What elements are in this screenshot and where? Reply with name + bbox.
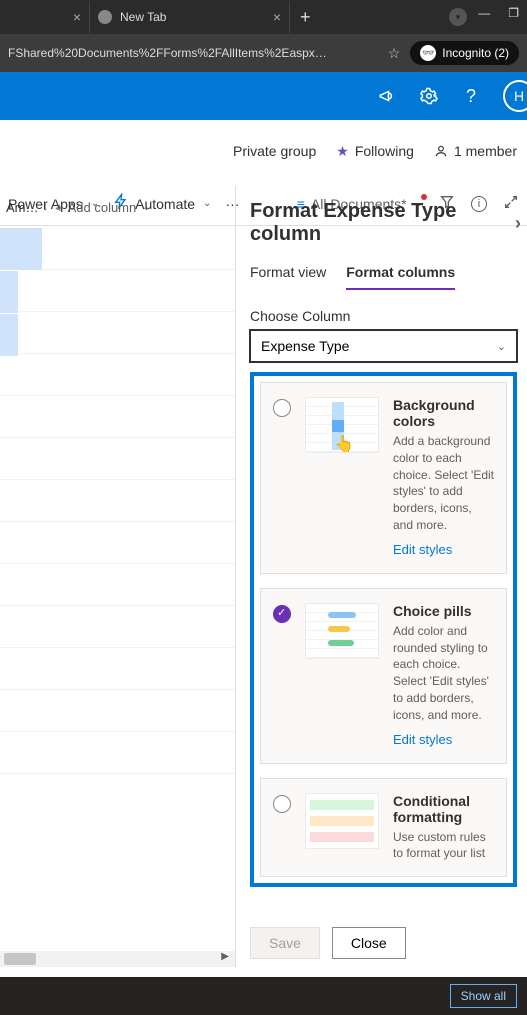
browser-address-bar: FShared%20Documents%2FForms%2FAllItems%2… <box>0 34 527 72</box>
table-row[interactable] <box>0 271 18 314</box>
dropdown-value: Expense Type <box>261 338 349 354</box>
panel-title-row: Format Expense Type column › <box>250 200 517 246</box>
browser-tabstrip: × New Tab × + ▾ — ❐ <box>0 0 527 34</box>
incognito-label: Incognito (2) <box>442 46 509 60</box>
table-row[interactable] <box>0 648 235 690</box>
browser-tab-2[interactable]: New Tab × <box>90 1 290 33</box>
chevron-right-icon[interactable]: › <box>515 213 521 234</box>
card-title: Choice pills <box>393 603 494 619</box>
private-group-label: Private group <box>233 143 316 159</box>
thumbnail-background-colors: 👆 <box>305 397 379 453</box>
members-link[interactable]: 1 member <box>434 143 517 159</box>
card-title: Background colors <box>393 397 494 429</box>
selected-rows <box>0 228 40 357</box>
table-row[interactable] <box>0 690 235 732</box>
column-header[interactable]: Am… ↓ ⌄ <box>0 200 50 215</box>
sort-down-icon: ↓ <box>43 202 48 213</box>
panel-footer: Save Close <box>250 927 406 959</box>
add-column-button[interactable]: + Add column ⌄ <box>50 200 157 215</box>
edit-styles-link[interactable]: Edit styles <box>393 542 452 557</box>
window-controls: — ❐ <box>478 6 519 20</box>
person-icon <box>434 144 448 158</box>
table-row[interactable] <box>0 732 235 774</box>
member-count: 1 member <box>454 143 517 159</box>
minimize-button[interactable]: — <box>478 6 490 20</box>
plus-icon: + <box>56 200 64 215</box>
table-row[interactable] <box>0 228 42 271</box>
thumbnail-conditional <box>305 793 379 849</box>
card-title: Conditional formatting <box>393 793 494 825</box>
format-card-conditional[interactable]: Conditional formatting Use custom rules … <box>260 778 507 878</box>
help-icon[interactable]: ? <box>461 86 481 106</box>
table-row[interactable] <box>0 564 235 606</box>
main-area: Am… ↓ ⌄ + Add column ⌄ <box>0 186 527 967</box>
suite-bar: ? H <box>0 72 527 120</box>
bottom-toolbar: Show all <box>0 977 527 1015</box>
maximize-button[interactable]: ❐ <box>508 6 519 20</box>
format-card-choice-pills[interactable]: Choice pills Add color and rounded styli… <box>260 588 507 764</box>
column-dropdown[interactable]: Expense Type ⌄ <box>250 330 517 362</box>
new-tab-button[interactable]: + <box>290 7 321 28</box>
table-row[interactable] <box>0 354 235 396</box>
star-icon: ★ <box>336 143 349 160</box>
add-column-label: Add column <box>68 200 137 215</box>
table-row[interactable] <box>0 606 235 648</box>
radio-unchecked[interactable] <box>273 795 291 813</box>
avatar-initial: H <box>514 88 524 104</box>
megaphone-icon[interactable] <box>377 86 397 106</box>
table-row[interactable] <box>0 480 235 522</box>
edit-styles-link[interactable]: Edit styles <box>393 732 452 747</box>
chevron-down-icon: ⌄ <box>142 202 150 213</box>
bookmark-star-icon[interactable]: ☆ <box>388 45 401 62</box>
avatar[interactable]: H <box>503 80 527 112</box>
card-description: Use custom rules to format your list <box>393 829 494 863</box>
chevron-down-icon: ⌄ <box>497 340 506 353</box>
incognito-badge[interactable]: 👓 Incognito (2) <box>410 41 519 65</box>
close-button[interactable]: Close <box>332 927 406 959</box>
gear-icon[interactable] <box>419 86 439 106</box>
incognito-icon: 👓 <box>420 45 436 61</box>
table-row[interactable] <box>0 314 18 357</box>
incognito-tab-icon <box>98 10 112 24</box>
save-button: Save <box>250 927 320 959</box>
browser-tab-1[interactable]: × <box>0 1 90 33</box>
scroll-right-icon[interactable]: ▶ <box>221 951 229 962</box>
radio-unchecked[interactable] <box>273 399 291 417</box>
thumbnail-choice-pills <box>305 603 379 659</box>
table-row[interactable] <box>0 522 235 564</box>
panel-tabs: Format view Format columns <box>250 264 517 290</box>
site-header: Private group ★ Following 1 member <box>0 120 527 182</box>
tab-format-columns[interactable]: Format columns <box>346 264 455 290</box>
radio-checked[interactable] <box>273 605 291 623</box>
card-description: Add a background color to each choice. S… <box>393 433 494 534</box>
list-view: Am… ↓ ⌄ + Add column ⌄ <box>0 186 235 967</box>
close-icon[interactable]: × <box>273 9 281 25</box>
follow-label: Following <box>355 143 414 159</box>
tab-label: New Tab <box>120 10 166 24</box>
column-header-row: Am… ↓ ⌄ + Add column ⌄ <box>0 186 235 228</box>
card-description: Add color and rounded styling to each ch… <box>393 623 494 724</box>
table-row[interactable] <box>0 396 235 438</box>
format-options-highlight: 👆 Background colors Add a background col… <box>250 372 517 887</box>
tab-format-view[interactable]: Format view <box>250 264 326 290</box>
close-icon[interactable]: × <box>73 9 81 25</box>
column-header-label: Am… <box>6 200 39 215</box>
follow-toggle[interactable]: ★ Following <box>336 143 414 160</box>
scrollbar-thumb[interactable] <box>4 953 36 965</box>
horizontal-scrollbar[interactable]: ▶ <box>0 951 235 967</box>
format-column-panel: Format Expense Type column › Format view… <box>235 186 527 967</box>
format-card-background-colors[interactable]: 👆 Background colors Add a background col… <box>260 382 507 574</box>
table-row[interactable] <box>0 438 235 480</box>
profile-icon[interactable]: ▾ <box>449 8 467 26</box>
show-all-button[interactable]: Show all <box>450 984 517 1008</box>
url-text[interactable]: FShared%20Documents%2FForms%2FAllItems%2… <box>8 46 378 60</box>
panel-title: Format Expense Type column <box>250 200 515 246</box>
chevron-down-icon: ▾ <box>456 12 461 23</box>
choose-column-label: Choose Column <box>250 308 517 324</box>
